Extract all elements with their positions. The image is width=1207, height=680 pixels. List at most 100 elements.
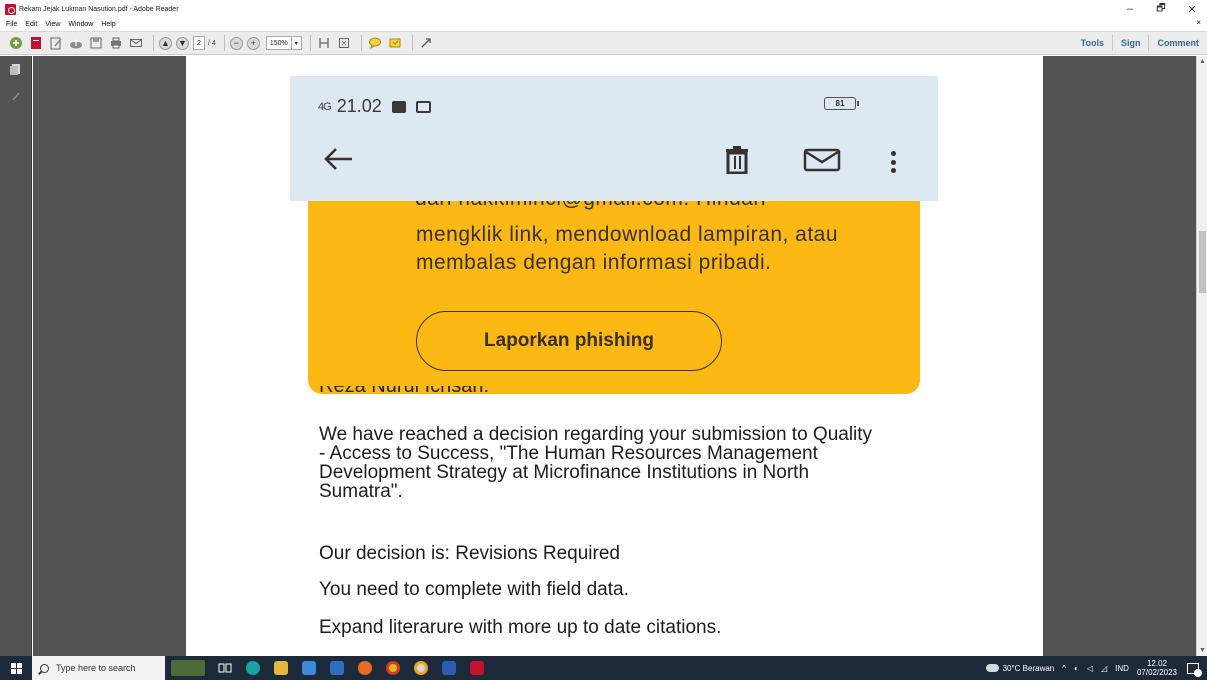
attachments-icon[interactable]: [10, 90, 22, 102]
input-language[interactable]: IND: [1115, 664, 1129, 673]
toolbar: ▲ ▼ 2 / 4 − + 150% ▾ Tools Sign Comment: [0, 31, 1207, 55]
fit-page-icon[interactable]: [336, 35, 352, 51]
vertical-scrollbar[interactable]: ▲ ▼: [1196, 56, 1207, 656]
scroll-up-icon[interactable]: ▲: [1199, 58, 1206, 65]
menu-edit[interactable]: Edit: [25, 21, 37, 28]
zoom-level-input[interactable]: 150%: [265, 36, 292, 50]
fit-width-icon[interactable]: [316, 35, 332, 51]
email-decision: Our decision is: Revisions Required: [319, 543, 620, 564]
sign-link[interactable]: Sign: [1111, 35, 1149, 51]
phone-time: 21.02: [336, 96, 382, 116]
comment-link[interactable]: Comment: [1148, 35, 1207, 51]
highlight-icon[interactable]: [387, 35, 403, 51]
more-options-icon: [890, 151, 896, 173]
minimize-button[interactable]: –: [1115, 0, 1145, 18]
menu-window[interactable]: Window: [68, 21, 93, 28]
weather-cloud-icon: [985, 664, 999, 672]
clock-time: 12.02: [1146, 659, 1167, 668]
phone-app-header: 4G 21.02 81: [290, 76, 938, 201]
adobe-reader-taskbar-icon[interactable]: [463, 656, 491, 680]
chrome-alt-icon[interactable]: [407, 656, 435, 680]
chrome-icon[interactable]: [379, 656, 407, 680]
taskbar-clock[interactable]: 12.02 07/02/2023: [1137, 659, 1177, 677]
previous-page-icon[interactable]: ▲: [159, 36, 172, 50]
windows-logo-icon: [10, 662, 22, 674]
wifi-icon[interactable]: ◿: [1101, 664, 1107, 673]
search-placeholder: Type here to search: [56, 663, 136, 673]
download-icon: [391, 100, 406, 113]
network-icon[interactable]: ◐: [1074, 664, 1079, 673]
menu-file[interactable]: File: [6, 21, 17, 28]
phishing-warning-card: dari hakkiminci@gmail.com. Hindari mengk…: [308, 201, 920, 394]
system-tray: 30°C Berawan ^ ◐ ◁ ◿ IND 12.02 07/02/202…: [985, 656, 1207, 680]
mail-app-icon[interactable]: [323, 656, 351, 680]
pdf-page: 4G 21.02 81 dari hakkiminci@gmail.com. H…: [186, 56, 1043, 656]
menu-view[interactable]: View: [45, 21, 60, 28]
store-icon[interactable]: [295, 656, 323, 680]
notification-icon[interactable]: [1187, 662, 1202, 677]
navigation-panel: [0, 56, 32, 656]
email-line-literature: Expand literarure with more up to date c…: [319, 617, 722, 638]
scroll-down-icon[interactable]: ▼: [1199, 647, 1206, 654]
open-file-icon[interactable]: [28, 35, 44, 51]
windows-taskbar: Type here to search 30°C Berawan ^ ◐ ◁ ◿…: [0, 656, 1207, 680]
save-icon[interactable]: [88, 35, 104, 51]
scrollbar-thumb[interactable]: [1199, 231, 1206, 293]
edge-browser-icon[interactable]: [239, 656, 267, 680]
close-button[interactable]: ✕: [1177, 0, 1207, 18]
document-viewer[interactable]: 4G 21.02 81 dari hakkiminci@gmail.com. H…: [33, 56, 1196, 656]
page-number-input[interactable]: 2: [193, 36, 205, 50]
expand-icon[interactable]: [418, 35, 434, 51]
taskbar-search-box[interactable]: Type here to search: [32, 656, 165, 680]
zoom-in-icon[interactable]: +: [246, 36, 260, 50]
delete-trash-icon: [722, 146, 752, 175]
window-title: Rekam Jejak Lukman Nasution.pdf - Adobe …: [19, 5, 179, 13]
start-button[interactable]: [0, 656, 32, 680]
zoom-dropdown-icon[interactable]: ▾: [291, 36, 302, 50]
camera-icon: [415, 100, 431, 113]
toolbar-separator: [360, 35, 362, 51]
report-phishing-button: Laporkan phishing: [416, 311, 722, 371]
toolbar-right-links: Tools Sign Comment: [1073, 32, 1207, 54]
edit-pdf-icon[interactable]: [48, 35, 64, 51]
cloud-upload-icon[interactable]: [68, 35, 84, 51]
mail-envelope-icon: [803, 146, 841, 174]
menu-bar: File Edit View Window Help ×: [0, 18, 1207, 30]
maximize-button[interactable]: 🗗: [1146, 0, 1176, 18]
search-highlight-icon[interactable]: [165, 656, 211, 680]
back-arrow-icon: [322, 144, 354, 180]
signal-icon: 4G: [318, 100, 332, 113]
battery-icon: 81: [824, 97, 859, 110]
menu-help[interactable]: Help: [101, 21, 115, 28]
tray-chevron-icon[interactable]: ^: [1062, 664, 1066, 673]
search-icon: [40, 663, 49, 673]
volume-icon[interactable]: ◁: [1087, 664, 1093, 673]
toolbar-separator: [411, 35, 413, 51]
weather-text[interactable]: 30°C Berawan: [1003, 664, 1055, 673]
toolbar-separator: [223, 35, 225, 51]
print-icon[interactable]: [108, 35, 124, 51]
email-greeting-cut: Reza Nurul Ichsan:: [319, 386, 489, 400]
file-explorer-icon[interactable]: [267, 656, 295, 680]
window-title-bar: Rekam Jejak Lukman Nasution.pdf - Adobe …: [0, 0, 1207, 18]
warning-text-cut: dari hakkiminci@gmail.com. Hindari: [415, 201, 766, 211]
warning-text: mengklik link, mendownload lampiran, ata…: [416, 223, 839, 274]
firefox-icon[interactable]: [351, 656, 379, 680]
task-view-icon[interactable]: [211, 656, 239, 680]
tools-link[interactable]: Tools: [1073, 35, 1112, 51]
page-thumbnails-icon[interactable]: [10, 63, 22, 75]
email-greeting-text: Reza Nurul Ichsan:: [319, 386, 490, 397]
email-paragraph: We have reached a decision regarding you…: [319, 424, 873, 502]
next-page-icon[interactable]: ▼: [176, 36, 189, 50]
close-document-button[interactable]: ×: [1196, 18, 1201, 27]
adobe-reader-icon: [5, 3, 16, 15]
toolbar-separator: [153, 35, 154, 51]
email-line-field-data: You need to complete with field data.: [319, 579, 629, 600]
clock-date: 07/02/2023: [1136, 668, 1177, 677]
zoom-out-icon[interactable]: −: [229, 36, 243, 50]
create-pdf-icon[interactable]: [8, 35, 24, 51]
email-icon[interactable]: [128, 35, 144, 51]
comment-sticky-note-icon[interactable]: [367, 35, 383, 51]
phone-status-bar: 4G 21.02: [318, 96, 431, 117]
word-icon[interactable]: [435, 656, 463, 680]
